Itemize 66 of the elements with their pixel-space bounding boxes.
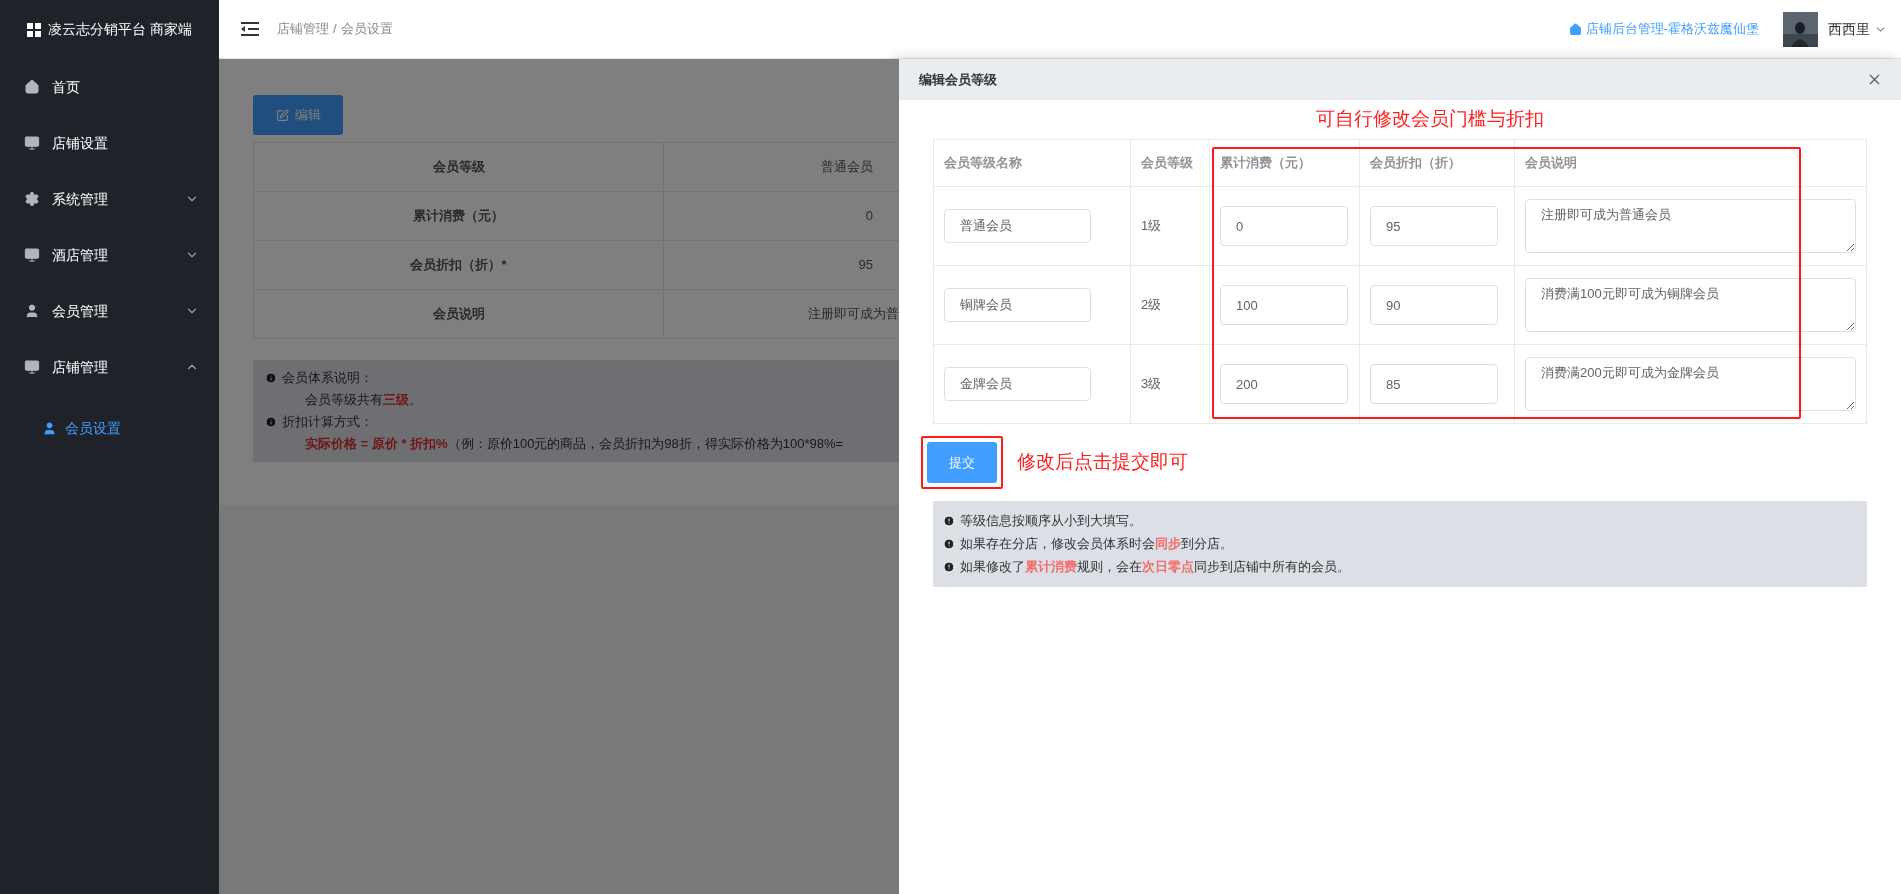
discount-field[interactable]: 90 [1370, 285, 1498, 325]
table-cell: 累计消费（元） [254, 192, 664, 240]
name-field[interactable]: 普通会员 [944, 209, 1091, 243]
note-text: 实际价格 = 原价 * 折扣%（例：原价100元的商品，会员折扣为98折，得实际价格为100*98%= [304, 435, 845, 453]
spend-field[interactable]: 200 [1220, 364, 1348, 404]
table-cell-text: 注册即可成为普 [807, 305, 899, 324]
sidebar-item[interactable]: 店铺设置 [0, 115, 219, 171]
column-header: 会员等级名称 [934, 140, 1131, 186]
sidebar-item[interactable]: 酒店管理 [0, 227, 219, 283]
info-icon [265, 416, 277, 428]
settings-icon [24, 191, 40, 207]
grid-icon [27, 22, 41, 37]
edit-icon [275, 108, 289, 122]
column-header: 会员折扣（折） [1360, 140, 1515, 186]
table-cell-text: 95 [857, 256, 874, 275]
table-cell: 会员等级 [254, 143, 664, 191]
alert-icon [943, 561, 955, 573]
spend-field[interactable]: 100 [1220, 285, 1348, 325]
sidebar-item[interactable]: 会员管理 [0, 283, 219, 339]
sidebar-subitem[interactable]: 会员设置 [0, 395, 219, 461]
alert-icon [943, 538, 955, 550]
description-field[interactable]: 消费满200元即可成为金牌会员 [1525, 357, 1856, 411]
breadcrumb-link[interactable]: 店铺管理 [277, 19, 329, 39]
description-field[interactable]: 注册即可成为普通会员 [1525, 199, 1856, 253]
monitor-icon [24, 135, 40, 151]
discount-field[interactable]: 85 [1370, 364, 1498, 404]
user-icon [42, 420, 57, 436]
sidebar-item[interactable]: 首页 [0, 59, 219, 115]
note-text: 如果修改了累计消费规则，会在次日零点同步到店铺中所有的会员。 [960, 558, 1350, 577]
menu-icon[interactable] [241, 22, 259, 36]
note-heading: 会员体系说明： [282, 369, 373, 388]
name-field[interactable]: 铜牌会员 [944, 288, 1091, 322]
name-field[interactable]: 金牌会员 [944, 367, 1091, 401]
alert-icon [943, 515, 955, 527]
annotation-text: 修改后点击提交即可 [1017, 450, 1188, 475]
user-icon [24, 303, 40, 319]
annotation-text: 可自行修改会员门槛与折扣 [1316, 107, 1544, 132]
brand-title: 凌云志分销平台 商家端 [48, 20, 192, 39]
note-text: 等级信息按顺序从小到大填写。 [960, 512, 1142, 531]
home-icon [1568, 22, 1582, 36]
user-name[interactable]: 西西里 [1828, 18, 1870, 40]
monitor-icon [24, 247, 40, 263]
table-cell: 会员折扣（折）* [254, 241, 664, 289]
table-cell-text: 0 [864, 207, 874, 226]
discount-field[interactable]: 95 [1370, 206, 1498, 246]
note-text: 会员等级共有三级。 [304, 391, 423, 409]
table-cell: 会员说明 [254, 290, 664, 338]
info-icon [265, 372, 277, 384]
column-header: 会员等级 [1131, 140, 1210, 186]
spend-field[interactable]: 0 [1220, 206, 1348, 246]
note-text: 如果存在分店，修改会员体系时会同步到分店。 [960, 535, 1233, 554]
column-header: 累计消费（元） [1210, 140, 1360, 186]
monitor-icon [24, 359, 40, 375]
table-cell-text: 普通会员 [820, 158, 874, 177]
sidebar-item[interactable]: 店铺管理 [0, 339, 219, 395]
note-heading: 折扣计算方式： [282, 413, 373, 432]
table-cell: 3级 [1131, 345, 1210, 423]
home-icon [24, 79, 40, 95]
breadcrumb-current: 会员设置 [340, 20, 393, 39]
sidebar-item[interactable]: 系统管理 [0, 171, 219, 227]
description-field[interactable]: 消费满100元即可成为铜牌会员 [1525, 278, 1856, 332]
table-cell: 1级 [1131, 187, 1210, 265]
column-header: 会员说明 [1515, 140, 1867, 186]
table-cell: 2级 [1131, 266, 1210, 344]
breadcrumb-separator: / [333, 20, 337, 39]
drawer-title: 编辑会员等级 [919, 70, 997, 89]
